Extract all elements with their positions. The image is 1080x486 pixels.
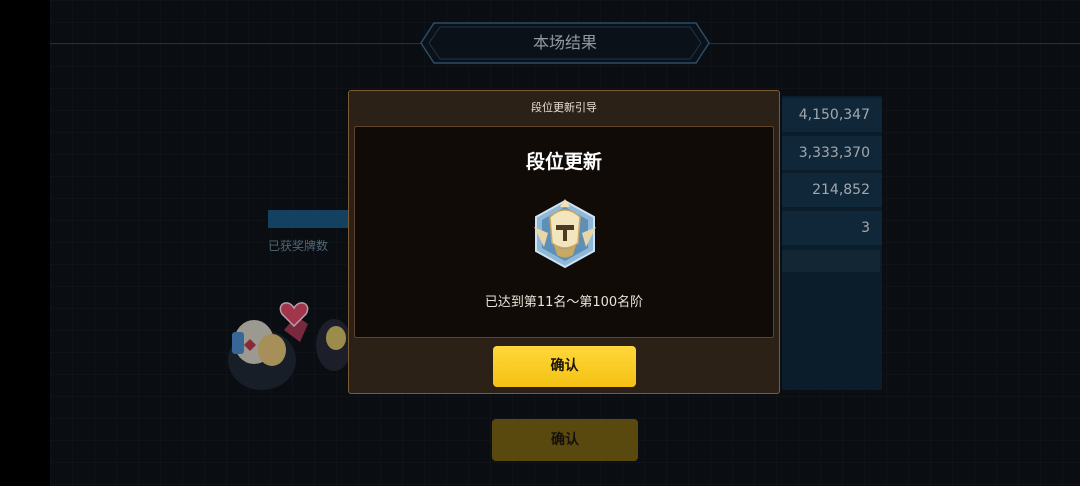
- confirm-button[interactable]: 确认: [493, 346, 636, 387]
- dialog-content: 段位更新 已达到第11名～第100名阶: [354, 126, 774, 338]
- rank-emblem-icon: [530, 195, 600, 275]
- dialog-title: 段位更新引导: [531, 101, 597, 114]
- rank-achievement-text: 已达到第11名～第100名阶: [484, 295, 644, 310]
- dialog-heading: 段位更新: [525, 151, 602, 173]
- game-screen: 本场结果 4,150,347 3,333,370 214,852 3 已获奖牌数…: [0, 0, 1080, 486]
- rank-update-dialog: 段位更新引导 段位更新 已达到第11名～第100名阶 确认: [348, 90, 780, 394]
